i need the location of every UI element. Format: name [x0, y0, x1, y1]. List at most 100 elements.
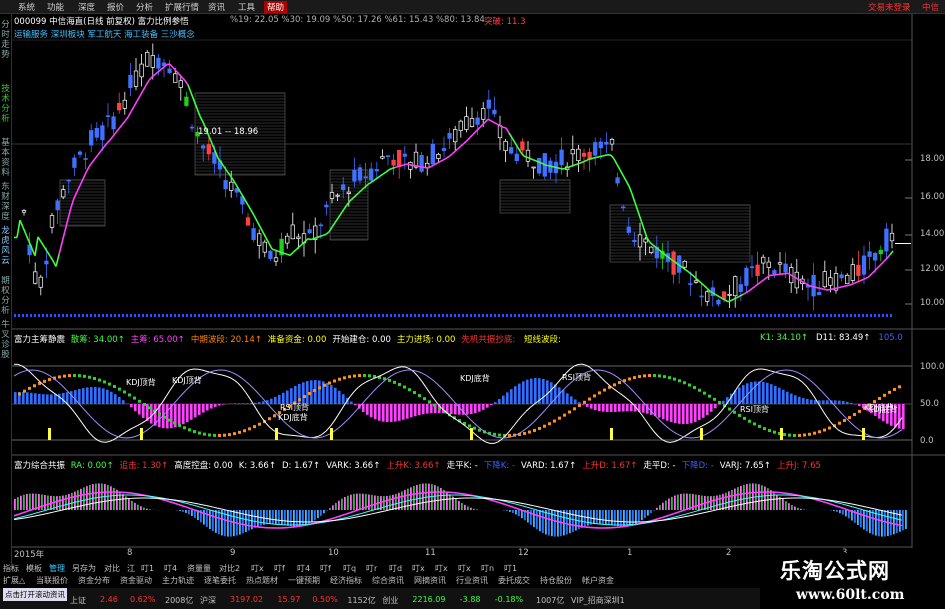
function-button[interactable]: 综合资讯: [372, 575, 404, 586]
hist-bar: [542, 510, 544, 534]
function-button[interactable]: 资金分布: [78, 575, 110, 586]
indicator-tab[interactable]: 叮x: [435, 563, 448, 574]
ma2-segment: [561, 516, 567, 519]
indicator-tab[interactable]: 江: [127, 563, 135, 574]
indicator-tab[interactable]: 对比2: [219, 563, 240, 574]
osc-bar: [214, 404, 217, 407]
indicator-readout: K1: 34.10↑: [760, 333, 809, 343]
indicator-tab[interactable]: 叮r: [366, 563, 377, 574]
function-button[interactable]: 资金驱动: [120, 575, 152, 586]
ma2-segment: [153, 496, 159, 498]
indicator-tab[interactable]: 资量量: [187, 563, 211, 574]
kline-chart-canvas[interactable]: KDJ顶背 KDJ顶背RSI顶背KDJ底背KDJ底背 RSI顶背RSI顶背 KDJ底背…: [0, 0, 945, 609]
hist-bar: [674, 495, 676, 510]
indicator-tab[interactable]: 叮f: [320, 563, 331, 574]
function-button[interactable]: 帐户资金: [582, 575, 614, 586]
hist-bar: [722, 493, 724, 510]
function-button[interactable]: 网摘资讯: [414, 575, 446, 586]
d-line-segment: [685, 436, 691, 439]
d-line-segment: [397, 370, 403, 373]
chip-box-border: [499, 179, 571, 214]
ma-line-segment: [490, 120, 495, 124]
indicator-tab[interactable]: 叮1: [504, 563, 517, 574]
osc-bar: [122, 400, 125, 404]
osc-dot: [78, 374, 81, 378]
ma3-segment: [873, 508, 879, 511]
candle-body: [621, 206, 626, 209]
osc-bar: [414, 404, 417, 417]
function-button[interactable]: 一键预期: [288, 575, 320, 586]
signal-dot: [750, 314, 752, 317]
function-button[interactable]: 扩展△: [3, 575, 25, 586]
signal-dot: [706, 314, 708, 317]
ma2-segment: [669, 516, 675, 519]
hist-bar: [647, 510, 649, 516]
osc-bar: [570, 396, 573, 404]
function-button[interactable]: 热点题材: [246, 575, 278, 586]
candle-body: [783, 263, 788, 273]
k-line-segment: [837, 429, 843, 433]
signal-dot: [670, 314, 672, 317]
ma3-segment: [217, 507, 223, 510]
signal-dot: [550, 314, 552, 317]
signal-dot: [766, 314, 768, 317]
panel2-header: 富力主筹静震 散筹: 34.00↑ 主筹: 65.00↑ 中期波段: 20.14↑ 准…: [14, 333, 567, 345]
ma3-segment: [701, 511, 707, 514]
indicator-tab[interactable]: 叮x: [412, 563, 425, 574]
k-line-segment: [357, 384, 363, 388]
indicator-tab[interactable]: 叮4: [164, 563, 177, 574]
logo-title: 乐淘公式网: [780, 559, 890, 583]
indicator-tab[interactable]: 叮1: [141, 563, 154, 574]
k-line-segment: [689, 429, 695, 434]
candle-body: [374, 169, 379, 172]
hist-bar: [788, 503, 790, 510]
candle-body: [380, 156, 385, 159]
d-line-segment: [821, 391, 827, 397]
osc-dot: [103, 380, 106, 384]
signal-dot: [638, 314, 640, 317]
indicator-tab[interactable]: 另存为: [72, 563, 96, 574]
panel2-name[interactable]: 富力主筹静震: [14, 335, 65, 345]
indicator-tab[interactable]: 对比: [104, 563, 120, 574]
indicator-tab[interactable]: 指标: [3, 563, 19, 574]
indicator-tab[interactable]: 管理: [49, 563, 65, 574]
ma1-segment: [417, 492, 423, 495]
function-button[interactable]: 经济指标: [330, 575, 362, 586]
indicator-tab[interactable]: 模板: [26, 563, 42, 574]
function-button[interactable]: 行业资讯: [456, 575, 488, 586]
ma3-segment: [209, 505, 215, 508]
indicator-tab[interactable]: 叮4: [297, 563, 310, 574]
hist-bar: [419, 484, 421, 510]
indicator-readout: 开始建仓: 0.00: [332, 335, 391, 345]
signal-dot: [530, 314, 532, 317]
osc-bar: [410, 404, 413, 418]
scroll-news-tooltip[interactable]: 点击打开滚动资讯: [3, 588, 67, 601]
indicator-tab[interactable]: 叮x: [251, 563, 264, 574]
function-button[interactable]: 委托成交: [498, 575, 530, 586]
function-button[interactable]: 当联报价: [36, 575, 68, 586]
indicator-tab[interactable]: 叮x: [458, 563, 471, 574]
k-line-segment: [121, 431, 127, 435]
function-button[interactable]: 主力轨迹: [162, 575, 194, 586]
signal-spike: [862, 428, 865, 440]
panel3-name[interactable]: 富力综合共振: [14, 461, 65, 471]
function-button[interactable]: 逐笔委托: [204, 575, 236, 586]
ma3-segment: [697, 512, 703, 515]
indicator-tab[interactable]: 叮d: [389, 563, 402, 574]
indicator-tab[interactable]: 叮q: [343, 563, 356, 574]
function-button[interactable]: 持仓股份: [540, 575, 572, 586]
osc-bar: [494, 402, 497, 404]
ma-line-segment: [394, 165, 399, 169]
ma1-segment: [173, 502, 179, 506]
candle-body: [436, 154, 441, 159]
hist-bar: [584, 510, 586, 527]
indicator-label: VARJ:: [719, 461, 743, 471]
d-line-segment: [177, 394, 183, 400]
osc-bar: [50, 394, 53, 404]
indicator-tab[interactable]: 叮f: [274, 563, 285, 574]
ma2-segment: [69, 502, 75, 505]
osc-bar: [786, 391, 789, 404]
indicator-tab[interactable]: 叮n: [481, 563, 494, 574]
d-line-segment: [661, 422, 667, 427]
candle-body: [850, 264, 855, 281]
